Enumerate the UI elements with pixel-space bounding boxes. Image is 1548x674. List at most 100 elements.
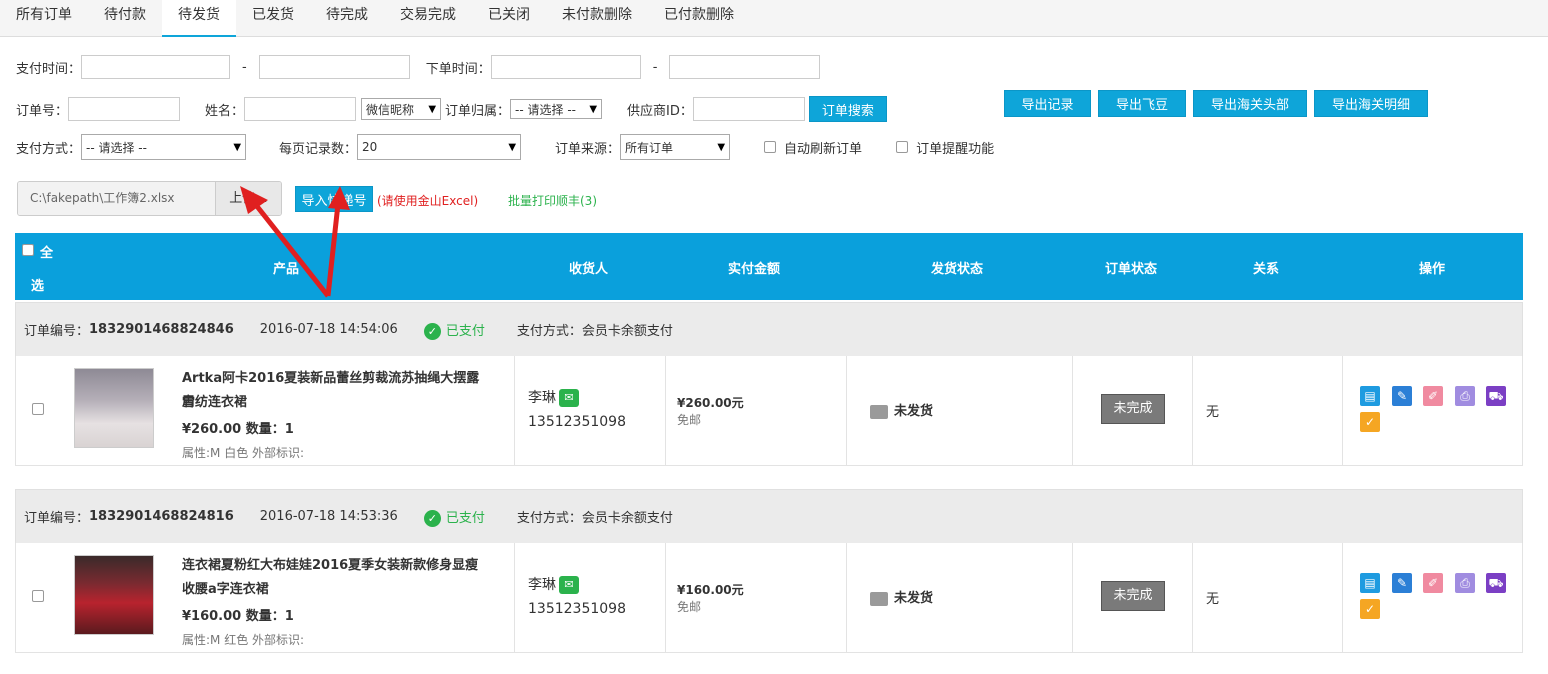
divider bbox=[514, 356, 515, 465]
order-row: 连衣裙夏粉红大布娃娃2016夏季女装新款修身显瘦 收腰a字连衣裙 ¥160.00… bbox=[15, 543, 1523, 653]
order-time: 2016-07-18 14:53:36 bbox=[259, 509, 398, 524]
auto-refresh-checkbox[interactable] bbox=[764, 141, 777, 153]
chevron-down-icon: ▼ bbox=[589, 103, 598, 115]
col-paid-amount: 实付金额 bbox=[728, 262, 781, 277]
product-name-line1[interactable]: 连衣裙夏粉红大布娃娃2016夏季女装新款修身显瘦 bbox=[182, 554, 492, 578]
product-attributes: 属性:M 红色 外部标识: bbox=[182, 633, 305, 647]
order-no-input[interactable] bbox=[68, 97, 181, 121]
product-name-line2[interactable]: 收腰a字连衣裙 bbox=[182, 578, 492, 602]
divider bbox=[1072, 543, 1073, 652]
receiver: 李琳 ✉ bbox=[528, 574, 579, 594]
car-icon[interactable]: ⛟ bbox=[1486, 386, 1506, 406]
sign-off-icon[interactable]: ✓ bbox=[1360, 599, 1380, 619]
supplier-id-label: 供应商ID： bbox=[627, 103, 693, 119]
order-select-checkbox[interactable] bbox=[32, 403, 44, 415]
filter-row-misc: 支付方式： -- 请选择 -- ▼ 每页记录数： 20 ▼ 订单来源： 所有订单 ▼ … bbox=[16, 134, 994, 160]
edit-note-icon[interactable]: ✎ bbox=[1392, 573, 1412, 593]
col-product: 产品 bbox=[273, 262, 300, 277]
file-path-field[interactable]: C:\fakepath\工作簿2.xlsx bbox=[18, 182, 215, 215]
edit-note-icon[interactable]: ✎ bbox=[1392, 386, 1412, 406]
orders-table-header: 全 选 产品 收货人 实付金额 发货状态 订单状态 关系 操作 bbox=[15, 233, 1523, 300]
order-time-end-input[interactable] bbox=[669, 55, 821, 79]
col-ship-status: 发货状态 bbox=[931, 262, 984, 277]
product-attributes: 属性:M 白色 外部标识: bbox=[182, 446, 305, 460]
order-time: 2016-07-18 14:54:06 bbox=[259, 322, 398, 337]
ship-status: 未发货 bbox=[870, 587, 933, 606]
chevron-down-icon: ▼ bbox=[428, 103, 437, 115]
check-circle-icon: ✓ bbox=[423, 322, 441, 340]
divider bbox=[846, 356, 847, 465]
print-icon[interactable]: ⎙ bbox=[1455, 386, 1475, 406]
chevron-down-icon: ▼ bbox=[233, 141, 242, 153]
car-icon[interactable]: ⛟ bbox=[1486, 573, 1506, 593]
col-receiver: 收货人 bbox=[569, 262, 609, 277]
tab-unpaid-deleted[interactable]: 未付款删除 bbox=[546, 0, 648, 37]
order-number: 1832901468824846 bbox=[89, 322, 234, 337]
export-feidou-button[interactable]: 导出飞豆 bbox=[1098, 90, 1186, 117]
order-owner-select[interactable]: -- 请选择 -- ▼ bbox=[510, 99, 603, 119]
paid-text: 已支付 bbox=[445, 323, 485, 339]
order-no-label: 订单号： bbox=[16, 103, 69, 119]
filter-row-time: 支付时间： - 下单时间： - bbox=[16, 55, 821, 79]
name-input[interactable] bbox=[244, 97, 357, 121]
tab-pending-shipment[interactable]: 待发货 bbox=[162, 0, 236, 37]
name-type-select[interactable]: 微信昵称 ▼ bbox=[361, 98, 442, 120]
product-thumbnail[interactable] bbox=[74, 555, 154, 635]
batch-print-link[interactable]: 批量打印顺丰(3) bbox=[508, 192, 597, 209]
tab-pending-complete[interactable]: 待完成 bbox=[310, 0, 384, 37]
order-reminder-checkbox[interactable] bbox=[896, 141, 909, 153]
receiver-name: 李琳 bbox=[528, 577, 556, 593]
product-name-line2[interactable]: 雪纺连衣裙 bbox=[182, 391, 492, 415]
order-header: 订单编号： 1832901468824816 2016-07-18 14:53:… bbox=[15, 489, 1523, 544]
view-detail-icon[interactable]: ▤ bbox=[1360, 573, 1380, 593]
sign-off-icon[interactable]: ✓ bbox=[1360, 412, 1380, 432]
order-owner-value: -- 请选择 -- bbox=[515, 102, 576, 117]
tab-paid-deleted[interactable]: 已付款删除 bbox=[648, 0, 750, 37]
supplier-id-input[interactable] bbox=[692, 97, 805, 121]
pencil-icon[interactable]: ✐ bbox=[1423, 386, 1443, 406]
export-customs-detail-button[interactable]: 导出海关明细 bbox=[1314, 90, 1428, 117]
per-page-select[interactable]: 20 ▼ bbox=[357, 134, 522, 160]
pay-time-end-input[interactable] bbox=[258, 55, 410, 79]
print-icon[interactable]: ⎙ bbox=[1455, 573, 1475, 593]
filter-row-order: 订单号： 姓名： 微信昵称 ▼ 订单归属： -- 请选择 -- ▼ 供应商ID： 订… bbox=[16, 96, 887, 122]
col-relation: 关系 bbox=[1253, 262, 1280, 277]
pay-method: 支付方式：会员卡余额支付 bbox=[516, 324, 673, 339]
select-all-label-a: 全 bbox=[40, 246, 54, 261]
relation-value: 无 bbox=[1206, 592, 1220, 607]
order-select-checkbox[interactable] bbox=[32, 590, 44, 602]
shipping-fee: 免邮 bbox=[677, 600, 702, 614]
tab-closed[interactable]: 已关闭 bbox=[472, 0, 546, 37]
view-detail-icon[interactable]: ▤ bbox=[1360, 386, 1380, 406]
order-source-select[interactable]: 所有订单 ▼ bbox=[620, 134, 731, 160]
order-time-label: 下单时间： bbox=[425, 61, 491, 77]
select-all-label-b: 选 bbox=[31, 279, 45, 294]
select-all-checkbox[interactable] bbox=[22, 244, 34, 256]
tab-completed[interactable]: 交易完成 bbox=[384, 0, 472, 37]
export-customs-header-button[interactable]: 导出海关头部 bbox=[1193, 90, 1307, 117]
receiver-name: 李琳 bbox=[528, 390, 556, 406]
col-actions: 操作 bbox=[1419, 262, 1446, 277]
ship-status: 未发货 bbox=[870, 400, 933, 419]
export-records-button[interactable]: 导出记录 bbox=[1004, 90, 1091, 117]
product-thumbnail[interactable] bbox=[74, 368, 154, 448]
upload-button[interactable]: 上传... bbox=[215, 182, 281, 215]
range-dash: - bbox=[242, 59, 247, 75]
order-tabs: 所有订单 待付款 待发货 已发货 待完成 交易完成 已关闭 未付款删除 已付款删… bbox=[0, 0, 1548, 37]
order-header: 订单编号： 1832901468824846 2016-07-18 14:54:… bbox=[15, 302, 1523, 357]
wechat-icon: ✉ bbox=[559, 389, 579, 407]
tab-all-orders[interactable]: 所有订单 bbox=[0, 0, 88, 37]
tab-pending-payment[interactable]: 待付款 bbox=[88, 0, 162, 37]
chevron-down-icon: ▼ bbox=[717, 141, 726, 153]
pencil-icon[interactable]: ✐ bbox=[1423, 573, 1443, 593]
order-time-start-input[interactable] bbox=[490, 55, 641, 79]
paid-amount: ¥260.00元 bbox=[677, 396, 744, 410]
order-search-button[interactable]: 订单搜索 bbox=[808, 96, 887, 122]
auto-refresh-label: 自动刷新订单 bbox=[784, 141, 863, 157]
tab-shipped[interactable]: 已发货 bbox=[236, 0, 310, 37]
price-quantity: ¥260.00 数量：1 bbox=[182, 422, 294, 437]
check-circle-icon: ✓ bbox=[423, 509, 441, 527]
pay-method-select[interactable]: -- 请选择 -- ▼ bbox=[81, 134, 247, 160]
pay-time-start-input[interactable] bbox=[81, 55, 231, 79]
import-tracking-button[interactable]: 导入快递号 bbox=[295, 186, 373, 212]
